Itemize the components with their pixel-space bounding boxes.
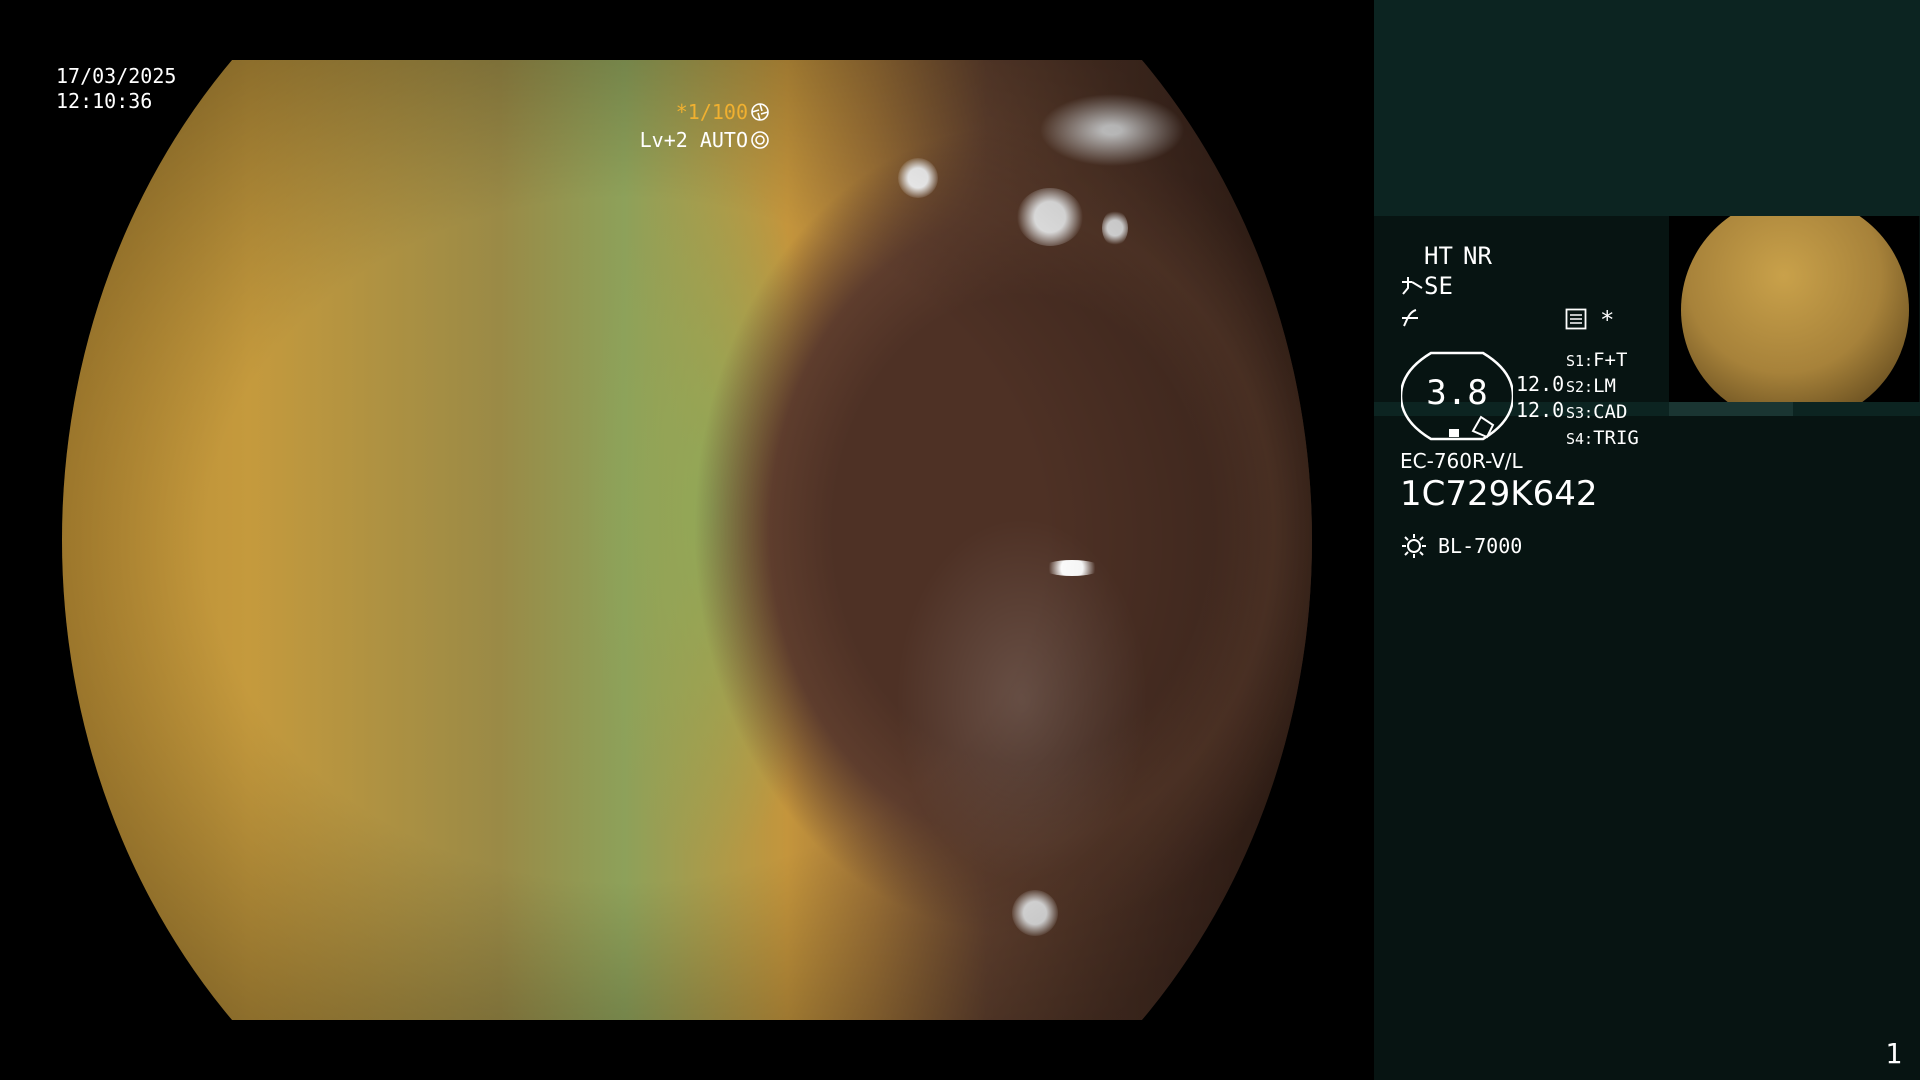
switch-value: CAD	[1593, 401, 1628, 423]
switch-key: S1:	[1566, 352, 1594, 370]
thumbnail-image	[1681, 216, 1909, 402]
light-reflection	[1102, 210, 1128, 246]
time-text: 12:10:36	[56, 89, 153, 113]
brightness-mode: AUTO	[699, 128, 748, 152]
aperture-icon	[748, 100, 770, 124]
structure-enhance-icon	[1400, 274, 1426, 300]
freeze-icon	[1400, 306, 1422, 334]
switch-row: S3:CAD	[1566, 400, 1639, 426]
light-source-model: BL-7000	[1438, 534, 1523, 558]
scope-serial: 1C729K642	[1400, 474, 1598, 514]
value-readout-2: 12.0	[1516, 398, 1565, 422]
nr-indicator: NR	[1463, 242, 1492, 270]
brightness-row: Lv+2 AUTO	[640, 126, 770, 154]
switch-key: S2:	[1566, 378, 1594, 396]
thumbnail-strip-highlight	[1669, 402, 1793, 416]
light-reflection	[1012, 890, 1058, 936]
info-header-block	[1374, 0, 1920, 216]
date-text: 17/03/2025	[56, 64, 177, 88]
switch-row: S1:F+T	[1566, 348, 1639, 374]
shutter-row: *1/100	[640, 98, 770, 126]
light-reflection	[1017, 188, 1083, 246]
gauge-value: 3.8	[1426, 373, 1488, 413]
info-panel: HT NR SE * 3.8 12.0 12.0 S1:F+T S2:LM S3…	[1374, 0, 1920, 1080]
switch-value: TRIG	[1593, 427, 1639, 449]
page-number: 1	[1885, 1037, 1902, 1070]
value-readout-1: 12.0	[1516, 372, 1565, 396]
exposure-overlay: *1/100 Lv+2 AUTO	[640, 98, 770, 154]
switch-key: S4:	[1566, 430, 1594, 448]
auto-iris-icon	[748, 128, 770, 152]
ht-indicator: HT	[1424, 242, 1453, 270]
light-source-icon	[1400, 532, 1428, 564]
menu-list-icon	[1565, 308, 1587, 334]
light-reflection	[1042, 560, 1102, 576]
switch-row: S4:TRIG	[1566, 426, 1639, 452]
thumbnail-preview[interactable]	[1669, 216, 1919, 402]
switch-key: S3:	[1566, 404, 1594, 422]
asterisk-indicator: *	[1600, 306, 1615, 334]
switch-list: S1:F+T S2:LM S3:CAD S4:TRIG	[1566, 348, 1639, 452]
switch-value: LM	[1593, 375, 1616, 397]
brightness-level: Lv+2	[639, 128, 688, 152]
scope-model: EC-760R-V/L	[1400, 449, 1523, 473]
endoscope-image-pane: 17/03/2025 12:10:36 *1/100 Lv+2 AUTO	[0, 0, 1374, 1080]
switch-row: S2:LM	[1566, 374, 1639, 400]
endoscope-view	[62, 60, 1312, 1020]
light-reflection	[898, 158, 938, 198]
shutter-speed: *1/100	[675, 100, 748, 124]
datetime-display: 17/03/2025 12:10:36	[56, 64, 176, 114]
switch-value: F+T	[1593, 349, 1628, 371]
se-indicator: SE	[1424, 272, 1453, 300]
insertion-gauge: 3.8	[1401, 351, 1513, 441]
